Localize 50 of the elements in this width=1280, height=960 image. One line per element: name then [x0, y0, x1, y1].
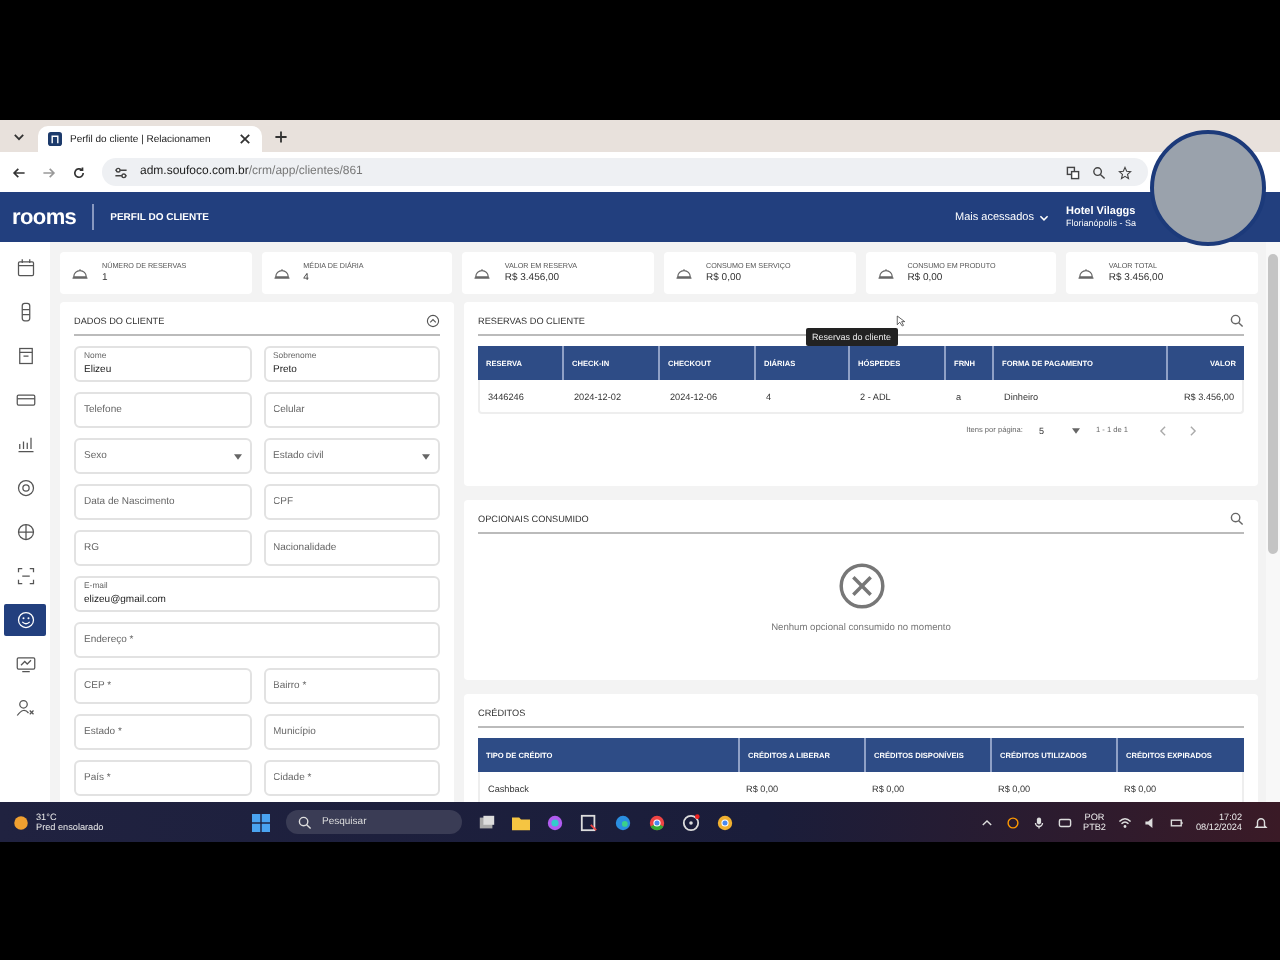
- service-bell-icon: [271, 264, 292, 282]
- caret-icon: [422, 453, 430, 459]
- search-icon: [298, 815, 312, 829]
- back-arrow-icon[interactable]: [12, 165, 26, 179]
- plus-icon[interactable]: [274, 130, 288, 144]
- logo: rooms: [12, 205, 77, 229]
- site-icon: [48, 132, 62, 146]
- card-icon: [15, 390, 35, 410]
- search-icon[interactable]: [1230, 512, 1244, 526]
- user-settings-icon: [15, 698, 35, 718]
- chevron-up-icon[interactable]: [979, 815, 993, 829]
- smiley-icon: [15, 610, 35, 630]
- battery-icon[interactable]: [1170, 815, 1184, 829]
- site-settings-icon[interactable]: [114, 165, 128, 179]
- document-icon: [15, 346, 35, 366]
- service-bell-icon: [70, 264, 90, 282]
- service-bell-icon: [875, 264, 896, 282]
- star-icon[interactable]: [1118, 165, 1132, 179]
- close-icon[interactable]: [238, 132, 252, 146]
- weather-sun-icon[interactable]: [12, 813, 30, 831]
- monitor-icon: [15, 654, 35, 674]
- chevron-down-icon: [1037, 211, 1050, 223]
- target-icon: [15, 478, 35, 498]
- speaker-icon[interactable]: [1144, 815, 1158, 829]
- windows-start-icon[interactable]: [252, 813, 270, 831]
- caret-icon: [1071, 427, 1080, 433]
- service-bell-icon: [472, 264, 493, 282]
- chevron-down-icon[interactable]: [12, 130, 26, 144]
- caret-icon: [233, 453, 241, 459]
- wifi-icon[interactable]: [1118, 815, 1132, 829]
- collapse-icon[interactable]: [426, 314, 440, 328]
- globe-icon: [15, 522, 35, 542]
- x-circle-icon: [835, 560, 887, 612]
- microphone-icon[interactable]: [1031, 815, 1045, 829]
- service-bell-icon: [1076, 264, 1097, 282]
- service-bell-icon: [674, 264, 695, 282]
- search-icon[interactable]: [1230, 314, 1244, 328]
- zoom-icon[interactable]: [1092, 165, 1106, 179]
- task-view-icon[interactable]: [478, 813, 496, 831]
- folder-icon[interactable]: [512, 813, 530, 831]
- sidebar-item[interactable]: [4, 604, 46, 636]
- scan-icon: [15, 566, 35, 586]
- chart-icon: [15, 434, 35, 454]
- scrollbar-thumb[interactable]: [1268, 254, 1278, 554]
- forward-arrow-icon[interactable]: [42, 165, 56, 179]
- calendar-icon: [15, 258, 35, 278]
- reload-icon[interactable]: [72, 165, 86, 179]
- cursor-icon: [896, 314, 907, 328]
- snipping-icon[interactable]: [580, 813, 598, 831]
- bell-icon[interactable]: [1254, 815, 1268, 829]
